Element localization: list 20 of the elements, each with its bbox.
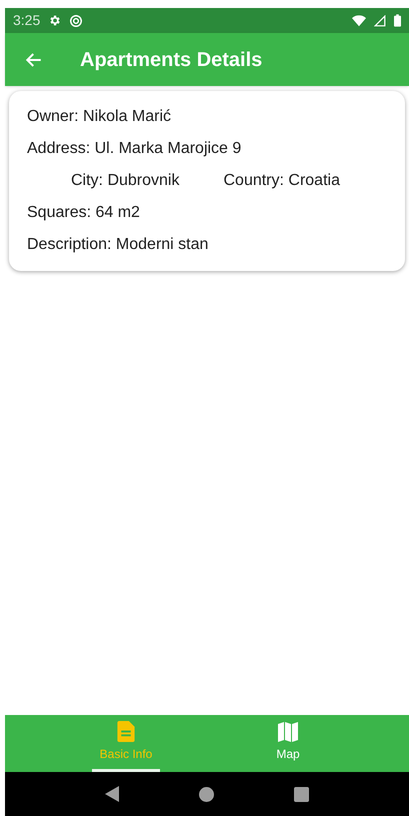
signal-icon: [374, 14, 386, 26]
home-circle-icon[interactable]: [199, 786, 214, 802]
description-text: Description: Moderni stan: [27, 235, 210, 255]
city-text: City: Dubrovnik: [71, 171, 180, 191]
gear-icon: [48, 14, 62, 27]
battery-icon: [394, 14, 401, 27]
squares-text: Squares: 64 m2: [27, 203, 141, 223]
country-text: Country: Croatia: [223, 171, 340, 191]
address-text: Address: Ul. Marka Marojice 9: [27, 139, 242, 159]
navigation-tab[interactable]: Map: [254, 715, 322, 772]
document-icon: [117, 721, 135, 742]
screen-title: Apartments Details: [80, 48, 262, 72]
wifi-icon: [352, 14, 366, 26]
back-arrow-icon: [25, 50, 43, 68]
map-icon: [278, 722, 298, 742]
back-triangle-icon[interactable]: [105, 786, 119, 802]
recents-square-icon[interactable]: [294, 786, 309, 802]
circle-icon: [69, 14, 84, 28]
owner-text: Owner: Nikola Marić: [27, 107, 172, 127]
status-time: 3:25: [13, 11, 40, 30]
